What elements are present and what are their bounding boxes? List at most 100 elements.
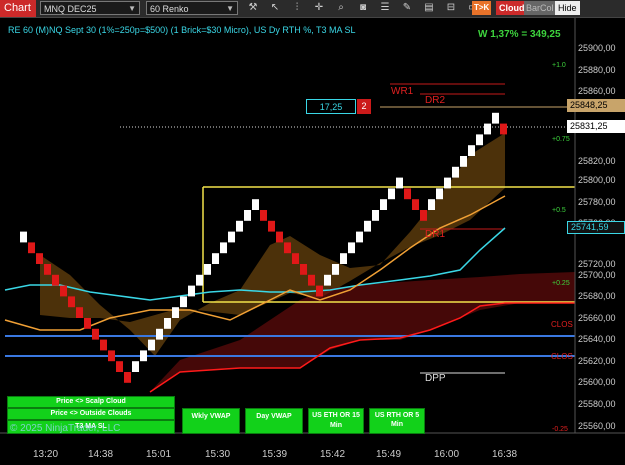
copyright-text: © 2025 NinjaTrader, LLC <box>10 423 121 434</box>
up-brick <box>348 242 355 254</box>
chart-title: RE 60 (M)NQ Sept 30 (1%=250p=$500) (1 Br… <box>8 25 356 35</box>
up-brick <box>380 199 387 210</box>
down-brick <box>308 274 315 286</box>
position-count-badge[interactable]: 2 <box>357 99 371 114</box>
up-brick <box>180 296 187 308</box>
down-brick <box>284 242 291 254</box>
barcol-toggle-button[interactable]: BarCol <box>524 1 556 15</box>
bar-type-label: 60 Renko <box>150 4 189 14</box>
dpp-label: DPP <box>425 373 446 384</box>
templates-icon[interactable]: ▤ <box>422 1 436 15</box>
ask-price-marker: 25848,25 <box>567 99 625 112</box>
instrument-selector[interactable]: MNQ DEC25 ▼ <box>40 1 140 15</box>
lock-icon[interactable]: ⊟ <box>444 1 458 15</box>
up-brick <box>396 177 403 189</box>
hide-button[interactable]: Hide <box>555 1 580 15</box>
us-eth-or-button[interactable]: US ETH OR 15 Min <box>308 408 364 434</box>
percent-label: +0.75 <box>552 136 570 143</box>
time-tick: 15:39 <box>262 449 288 460</box>
instrument-label: MNQ DEC25 <box>44 4 97 14</box>
cloud-toggle-button[interactable]: Cloud <box>496 1 528 15</box>
price-tick: 25860,00 <box>578 86 616 96</box>
down-brick <box>60 285 67 297</box>
day-range-stat: W 1,37% = 349,25 <box>478 29 561 40</box>
down-brick <box>316 285 323 297</box>
chart-window: Chart MNQ DEC25 ▼ 60 Renko ▼ ⚒ ↖ ⫶ ✛ ⌕ ◙… <box>0 0 625 465</box>
scalp-cloud-button[interactable]: Price <> Scalp Cloud <box>7 396 175 408</box>
time-tick: 15:49 <box>376 449 402 460</box>
tk-toggle-button[interactable]: T>K <box>472 1 492 15</box>
time-tick: 15:42 <box>320 449 346 460</box>
time-tick: 14:38 <box>88 449 114 460</box>
crosshair-icon[interactable]: ✛ <box>312 1 326 15</box>
dr2-label: DR2 <box>425 95 446 106</box>
day-vwap-button[interactable]: Day VWAP <box>245 408 303 434</box>
up-brick <box>244 210 251 221</box>
down-brick <box>260 210 267 221</box>
position-quantity[interactable]: 17,25 <box>306 99 356 114</box>
bars-icon[interactable]: ⫶ <box>290 1 304 15</box>
time-tick: 15:30 <box>205 449 231 460</box>
chart-toolbar: Chart MNQ DEC25 ▼ 60 Renko ▼ ⚒ ↖ ⫶ ✛ ⌕ ◙… <box>0 0 625 18</box>
up-brick <box>132 361 139 372</box>
up-brick <box>476 134 483 146</box>
cursor-icon[interactable]: ↖ <box>268 1 282 15</box>
close-label-2: CLOS <box>551 352 573 361</box>
time-tick: 15:01 <box>146 449 172 460</box>
wrench-icon[interactable]: ⚒ <box>246 1 260 15</box>
down-brick <box>124 372 131 383</box>
wkly-vwap-button[interactable]: Wkly VWAP <box>182 408 240 434</box>
down-brick <box>292 253 299 264</box>
close-label: CLOS <box>551 320 573 329</box>
draw-icon[interactable]: ✎ <box>400 1 414 15</box>
up-brick <box>172 307 179 318</box>
up-brick <box>444 177 451 189</box>
up-brick <box>436 188 443 200</box>
properties-icon[interactable]: ☰ <box>378 1 392 15</box>
camera-icon[interactable]: ◙ <box>356 1 370 15</box>
up-brick <box>252 199 259 210</box>
outside-clouds-button[interactable]: Price <> Outside Clouds <box>7 408 175 420</box>
up-brick <box>164 318 171 329</box>
down-brick <box>108 350 115 362</box>
percent-label: +1.0 <box>552 62 566 69</box>
price-tick: 25580,00 <box>578 399 616 409</box>
up-brick <box>468 145 475 156</box>
down-brick <box>420 210 427 221</box>
up-brick <box>196 274 203 286</box>
down-brick <box>28 242 35 254</box>
price-panel[interactable]: RE 60 (M)NQ Sept 30 (1%=250p=$500) (1 Br… <box>0 18 625 465</box>
up-brick <box>460 156 467 167</box>
down-brick <box>116 361 123 372</box>
time-tick: 16:00 <box>434 449 460 460</box>
down-brick <box>44 264 51 275</box>
us-rth-or-button[interactable]: US RTH OR 5 Min <box>369 408 425 434</box>
dr1-label: DR1 <box>425 229 446 240</box>
price-tick: 25600,00 <box>578 377 616 387</box>
zoom-icon[interactable]: ⌕ <box>334 1 348 15</box>
bar-type-selector[interactable]: 60 Renko ▼ <box>146 1 238 15</box>
down-brick <box>500 123 507 135</box>
percent-label: +0.25 <box>552 280 570 287</box>
up-brick <box>140 350 147 362</box>
down-brick <box>300 264 307 275</box>
price-tick: 25640,00 <box>578 334 616 344</box>
up-brick <box>20 231 27 243</box>
up-brick <box>484 123 491 135</box>
price-tick: 25680,00 <box>578 291 616 301</box>
chart-tab[interactable]: Chart <box>0 0 36 17</box>
up-brick <box>428 199 435 210</box>
time-tick: 13:20 <box>33 449 59 460</box>
percent-label: -0.25 <box>552 426 568 433</box>
down-brick <box>100 339 107 351</box>
up-brick <box>228 231 235 243</box>
up-brick <box>372 210 379 221</box>
up-brick <box>388 188 395 200</box>
down-brick <box>52 274 59 286</box>
up-brick <box>492 112 499 124</box>
price-tick: 25700,00 <box>578 270 616 280</box>
down-brick <box>36 253 43 264</box>
time-tick: 16:38 <box>492 449 518 460</box>
ma-price-marker: 25741,59 <box>567 221 625 234</box>
down-brick <box>404 188 411 200</box>
